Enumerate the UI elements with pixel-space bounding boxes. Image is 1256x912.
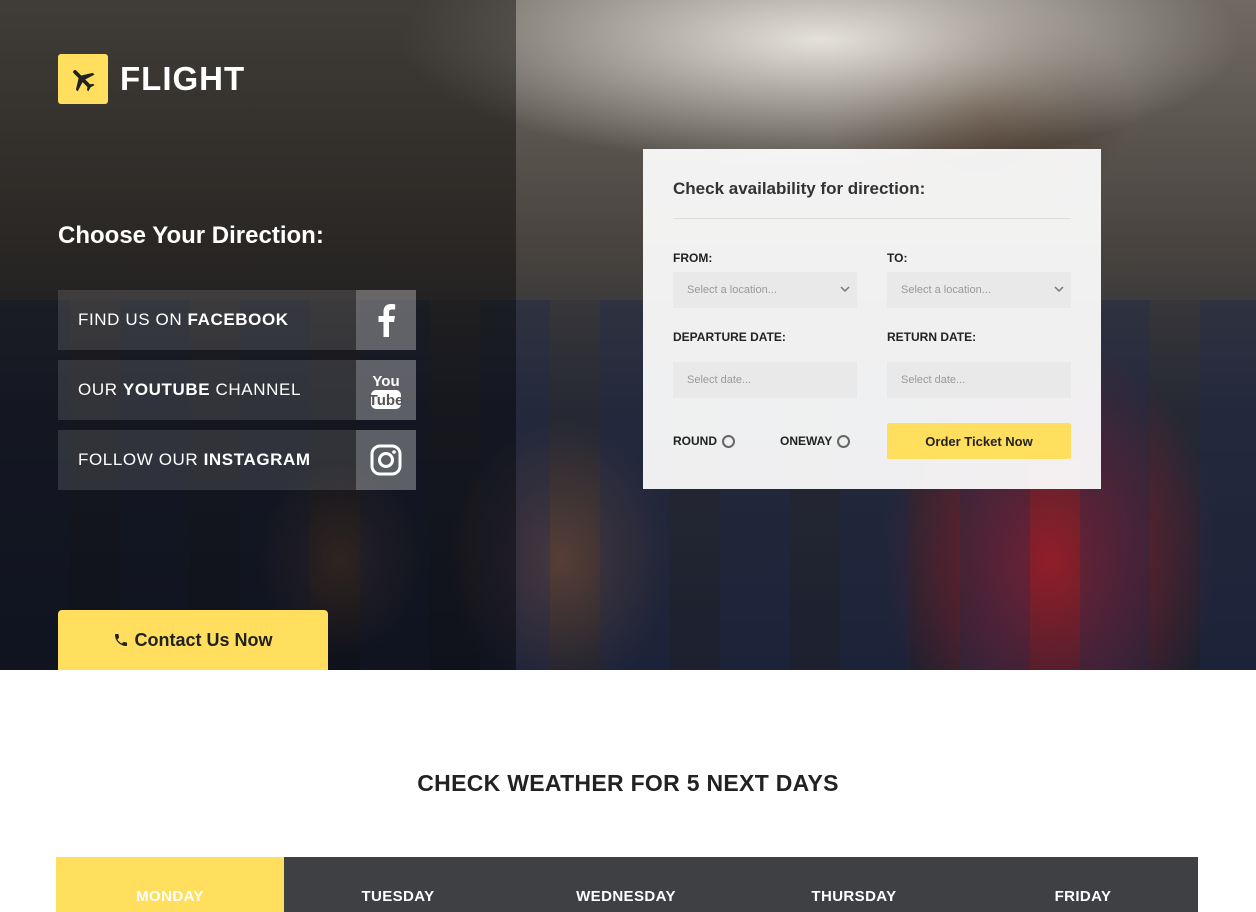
airplane-icon xyxy=(58,54,108,104)
youtube-link-label: OUR YOUTUBE CHANNEL xyxy=(78,380,301,399)
phone-icon xyxy=(115,634,128,646)
return-label: RETURN DATE: xyxy=(887,330,977,344)
svg-text:Tube: Tube xyxy=(369,392,403,409)
order-ticket-button[interactable]: Order Ticket Now xyxy=(887,423,1071,459)
departure-label: DEPARTURE DATE: xyxy=(673,330,786,344)
chevron-down-icon xyxy=(1054,286,1064,293)
weather-heading: CHECK WEATHER FOR 5 NEXT DAYS xyxy=(417,770,839,796)
round-label: ROUND xyxy=(673,434,717,448)
facebook-link-label: FIND US ON FACEBOOK xyxy=(78,310,289,329)
tab-wednesday[interactable]: WEDNESDAY xyxy=(512,857,740,912)
round-radio[interactable]: ROUND xyxy=(673,434,735,448)
from-select[interactable]: Select a location... xyxy=(673,272,857,308)
return-date-input[interactable]: Select date... xyxy=(887,362,1071,398)
youtube-link[interactable]: OUR YOUTUBE CHANNEL You Tube xyxy=(58,360,416,420)
from-placeholder: Select a location... xyxy=(687,284,777,296)
tab-monday[interactable]: MONDAY xyxy=(56,857,284,912)
contact-us-button[interactable]: Contact Us Now xyxy=(58,610,328,670)
oneway-label: ONEWAY xyxy=(780,434,833,448)
oneway-radio[interactable]: ONEWAY xyxy=(780,434,851,448)
booking-form: Check availability for direction: FROM: … xyxy=(643,149,1101,489)
departure-date-input[interactable]: Select date... xyxy=(673,362,857,398)
booking-divider xyxy=(673,218,1071,219)
to-select[interactable]: Select a location... xyxy=(887,272,1071,308)
from-label: FROM: xyxy=(673,251,713,265)
choose-direction-heading: Choose Your Direction: xyxy=(58,222,324,249)
return-placeholder: Select date... xyxy=(901,374,966,386)
hero-section: FLIGHT Choose Your Direction: FIND US ON… xyxy=(0,0,1256,670)
facebook-icon xyxy=(356,290,416,350)
contact-us-label: Contact Us Now xyxy=(134,629,273,650)
to-label: TO: xyxy=(887,251,908,265)
departure-placeholder: Select date... xyxy=(687,374,752,386)
instagram-link-label: FOLLOW OUR INSTAGRAM xyxy=(78,450,311,469)
tab-tuesday[interactable]: TUESDAY xyxy=(284,857,512,912)
youtube-icon: You Tube xyxy=(356,360,416,420)
facebook-link[interactable]: FIND US ON FACEBOOK xyxy=(58,290,416,350)
round-radio-circle[interactable] xyxy=(722,434,735,448)
to-placeholder: Select a location... xyxy=(901,284,991,296)
tab-thursday[interactable]: THURSDAY xyxy=(740,857,968,912)
weather-day-tabs: MONDAY TUESDAY WEDNESDAY THURSDAY FRIDAY xyxy=(56,857,1198,912)
instagram-link[interactable]: FOLLOW OUR INSTAGRAM xyxy=(58,430,416,490)
tab-friday[interactable]: FRIDAY xyxy=(968,857,1198,912)
svg-text:You: You xyxy=(372,373,399,390)
brand-name: FLIGHT xyxy=(120,60,246,97)
site-logo[interactable]: FLIGHT xyxy=(58,54,245,104)
instagram-icon xyxy=(356,430,416,490)
booking-title: Check availability for direction: xyxy=(673,179,926,198)
oneway-radio-circle[interactable] xyxy=(837,434,851,448)
chevron-down-icon xyxy=(840,286,850,293)
